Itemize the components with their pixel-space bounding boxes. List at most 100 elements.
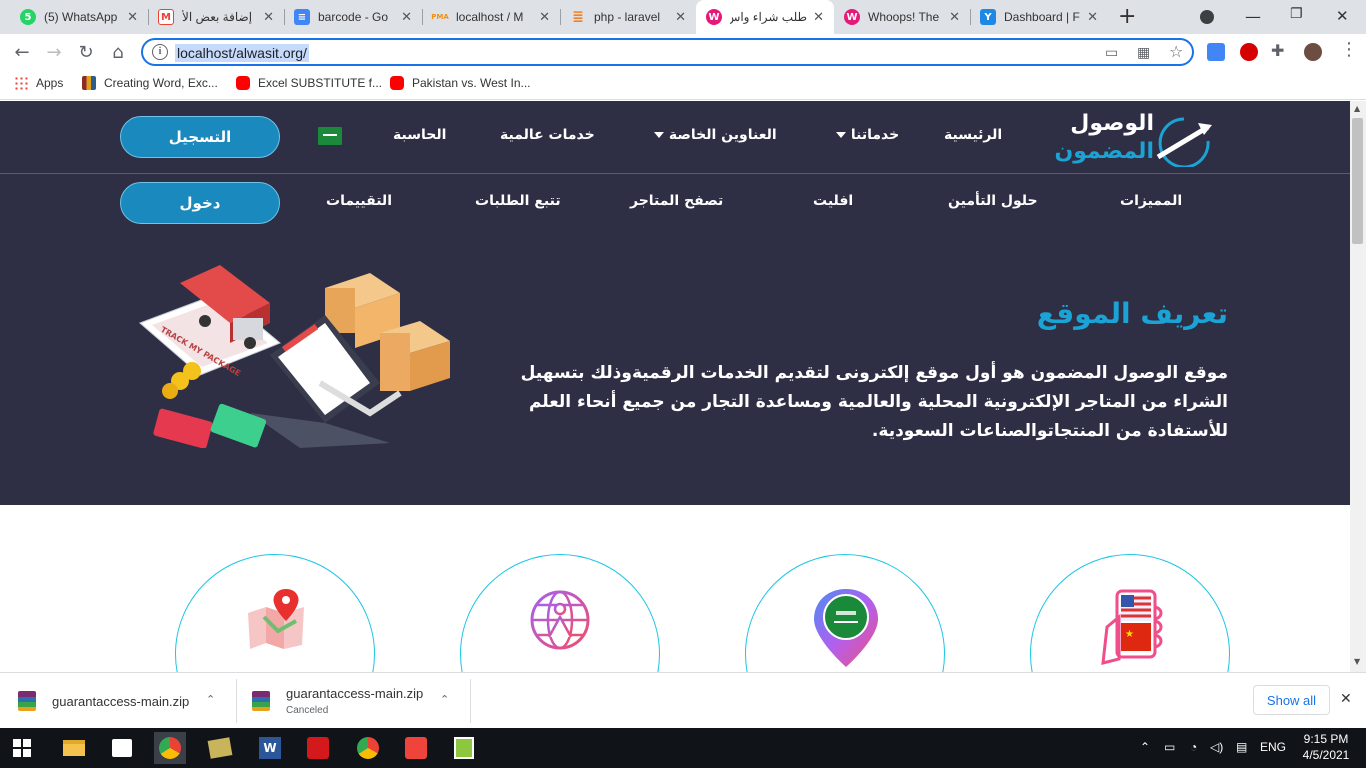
nav-addresses[interactable]: العناوين الخاصة: [648, 127, 777, 143]
tab-whoops[interactable]: W Whoops! The ✕: [834, 0, 970, 34]
bookmark-apps[interactable]: Apps: [14, 76, 63, 90]
qr-icon[interactable]: ▦: [1137, 45, 1150, 61]
tray-network-adapter-icon[interactable]: ▭: [1164, 740, 1175, 754]
tray-chevron-icon[interactable]: ⌃: [1140, 740, 1150, 754]
nav-divider: [0, 173, 1350, 174]
nav-affiliate[interactable]: افليت: [813, 193, 853, 209]
whatsapp-icon: 5: [20, 9, 36, 25]
volume-icon[interactable]: ◁): [1210, 740, 1223, 754]
bookmark-creating-word[interactable]: Creating Word, Exc...: [82, 76, 218, 90]
anydesk-icon[interactable]: [400, 732, 432, 764]
saudi-flag-icon[interactable]: [318, 127, 342, 145]
windows-start-icon[interactable]: [6, 732, 38, 764]
nav-ratings[interactable]: التقييمات: [326, 193, 392, 209]
nav-insurance[interactable]: حلول التأمين: [948, 193, 1038, 209]
close-icon[interactable]: ✕: [675, 10, 686, 25]
new-tab-button[interactable]: +: [1118, 4, 1136, 29]
feature-card-globe[interactable]: [460, 554, 660, 672]
acrobat-icon[interactable]: [302, 732, 334, 764]
minimize-button[interactable]: —: [1245, 7, 1261, 26]
register-button[interactable]: التسجيل: [120, 116, 280, 158]
close-icon[interactable]: ✕: [127, 10, 138, 25]
close-icon[interactable]: ✕: [539, 10, 550, 25]
feature-card-map[interactable]: [175, 554, 375, 672]
wifi-icon[interactable]: ◔: [1190, 740, 1197, 754]
download-filename: guarantaccess-main.zip: [286, 686, 424, 701]
back-icon[interactable]: ←: [10, 40, 34, 64]
translate-icon[interactable]: [1207, 43, 1225, 61]
language-indicator[interactable]: ENG: [1260, 740, 1286, 754]
gmail-icon: M: [158, 9, 174, 25]
word-icon[interactable]: W: [254, 732, 286, 764]
chrome-icon[interactable]: [352, 732, 384, 764]
reload-icon[interactable]: ↻: [74, 40, 98, 64]
feature-card-saudi[interactable]: [745, 554, 945, 672]
close-icon[interactable]: ✕: [263, 10, 274, 25]
info-icon[interactable]: i: [152, 44, 168, 60]
close-downloads-icon[interactable]: ✕: [1340, 691, 1352, 707]
nav-tracking[interactable]: تتبع الطلبات: [475, 193, 561, 209]
nav-global-services[interactable]: خدمات عالمية: [500, 127, 595, 143]
tab-dashboard[interactable]: Y Dashboard | F ✕: [970, 0, 1108, 34]
tab-stackoverflow[interactable]: ≣ php - laravel ✕: [560, 0, 696, 34]
hero-section: الوصول المضمون الرئيسية خدماتنا العناوين…: [0, 101, 1350, 505]
extensions-icon[interactable]: ✚: [1271, 41, 1284, 60]
tab-active-site[interactable]: W طلب شراء واس ✕: [696, 0, 834, 34]
scroll-down-icon[interactable]: ▼: [1354, 657, 1360, 666]
chevron-up-icon[interactable]: ⌃: [440, 693, 449, 706]
tab-docs[interactable]: ≡ barcode - Go ✕: [284, 0, 422, 34]
home-icon[interactable]: ⌂: [106, 40, 130, 64]
close-icon[interactable]: ✕: [813, 10, 824, 25]
zip-file-icon: [18, 691, 36, 711]
web-page: الوصول المضمون الرئيسية خدماتنا العناوين…: [0, 101, 1350, 672]
notification-icon[interactable]: ▤: [1236, 740, 1247, 754]
url-text[interactable]: localhost/alwasit.org/: [175, 44, 309, 62]
site-logo[interactable]: الوصول المضمون: [1054, 111, 1217, 169]
tab-title: Dashboard | F: [1004, 10, 1080, 24]
bookmark-pakistan[interactable]: Pakistan vs. West In...: [390, 76, 531, 90]
close-icon[interactable]: ✕: [1087, 10, 1098, 25]
close-icon[interactable]: ✕: [949, 10, 960, 25]
nav-services[interactable]: خدماتنا: [830, 127, 899, 143]
chevron-up-icon[interactable]: ⌃: [206, 693, 215, 706]
chrome-taskbar-icon[interactable]: [154, 732, 186, 764]
tab-search-icon[interactable]: [1200, 10, 1214, 24]
avatar[interactable]: [1304, 43, 1322, 61]
scrollbar-thumb[interactable]: [1352, 118, 1363, 244]
download-item-canceled[interactable]: guarantaccess-main.zip Canceled ⌃: [252, 673, 462, 729]
docs-icon: ≡: [294, 9, 310, 25]
tab-gmail[interactable]: M إضافة بعض الأ ✕: [148, 0, 284, 34]
nav-calculator[interactable]: الحاسبة: [393, 127, 446, 143]
tab-title: (5) WhatsApp: [44, 10, 118, 24]
bookmark-star-icon[interactable]: ☆: [1169, 42, 1183, 61]
maximize-button[interactable]: ❐: [1290, 6, 1303, 22]
feature-card-flags[interactable]: ★: [1030, 554, 1230, 672]
youtube-ext-icon[interactable]: [1240, 43, 1258, 61]
menu-icon[interactable]: ⋮: [1340, 39, 1358, 60]
scroll-up-icon[interactable]: ▲: [1354, 104, 1360, 113]
file-explorer-icon[interactable]: [58, 732, 90, 764]
nav-stores[interactable]: تصفح المتاجر: [630, 193, 723, 209]
nav-addresses-label: العناوين الخاصة: [668, 127, 777, 143]
spreadsheet-icon[interactable]: [448, 732, 480, 764]
bookmark-label: Excel SUBSTITUTE f...: [258, 76, 383, 90]
notes-icon[interactable]: [204, 732, 236, 764]
site-icon: W: [706, 9, 722, 25]
show-all-button[interactable]: Show all: [1253, 685, 1330, 715]
close-icon[interactable]: ✕: [401, 10, 412, 25]
clock[interactable]: 9:15 PM 4/5/2021: [1302, 732, 1350, 762]
nav-features[interactable]: المميزات: [1120, 193, 1182, 209]
bookmark-excel[interactable]: Excel SUBSTITUTE f...: [236, 76, 382, 90]
address-bar[interactable]: i localhost/alwasit.org/ ▭ ▦ ☆: [141, 38, 1194, 66]
cast-icon[interactable]: ▭: [1105, 45, 1118, 61]
nav-home[interactable]: الرئيسية: [944, 127, 1002, 143]
forward-icon[interactable]: →: [42, 40, 66, 64]
store-icon[interactable]: [106, 732, 138, 764]
close-window-button[interactable]: ✕: [1336, 7, 1349, 25]
login-button[interactable]: دخول: [120, 182, 280, 224]
download-item[interactable]: guarantaccess-main.zip ⌃: [18, 673, 228, 729]
map-pin-icon: [248, 589, 304, 649]
tab-title: localhost / M: [456, 10, 524, 24]
tab-whatsapp[interactable]: 5 (5) WhatsApp ✕: [10, 0, 148, 34]
tab-phpmyadmin[interactable]: PMA localhost / M ✕: [422, 0, 560, 34]
